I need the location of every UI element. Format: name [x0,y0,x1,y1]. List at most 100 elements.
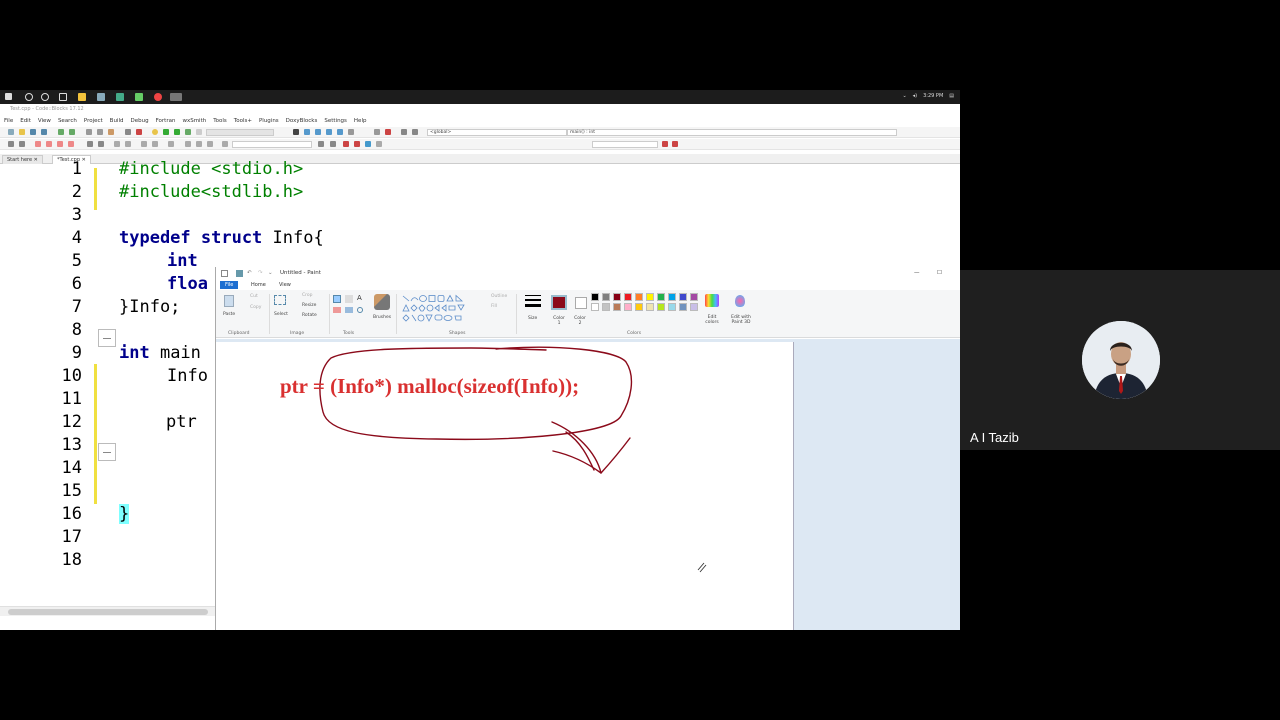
clock[interactable]: 3:29 PM [923,93,943,99]
color-2-button[interactable]: Color 2 [574,316,586,326]
find-icon[interactable] [125,129,131,135]
palette-color-swatch[interactable] [624,293,632,301]
pause-icon[interactable] [374,129,380,135]
format-icon[interactable] [376,141,382,147]
build-icon[interactable] [152,129,158,135]
outline-button[interactable]: Outline [491,294,507,299]
bookmark-icon[interactable] [35,141,41,147]
magnifier-icon[interactable] [357,307,363,313]
rebuild-icon[interactable] [185,129,191,135]
tab-view[interactable]: View [274,281,296,289]
step-out-icon[interactable] [337,129,343,135]
run-icon[interactable] [163,129,169,135]
palette-color-swatch[interactable] [646,293,654,301]
palette-color-swatch[interactable] [646,303,654,311]
minimize-button[interactable]: — [914,267,920,280]
menu-debug[interactable]: Debug [130,116,148,126]
find-icon[interactable] [662,141,668,147]
notifications-icon[interactable]: ▤ [949,93,954,99]
file-explorer-icon[interactable] [78,93,86,101]
fill-icon[interactable] [345,295,353,303]
palette-color-swatch[interactable] [679,293,687,301]
brushes-button[interactable]: Brushes [373,315,391,320]
select-icon[interactable] [274,295,286,305]
debug-continue-icon[interactable] [304,129,310,135]
text-icon[interactable] [365,141,371,147]
uncomment-icon[interactable] [98,141,104,147]
app-icon[interactable] [116,93,124,101]
undo-icon[interactable] [58,129,64,135]
next-icon[interactable] [196,141,202,147]
select-button[interactable]: Select [274,312,288,317]
save-all-icon[interactable] [41,129,47,135]
copy-icon[interactable] [97,129,103,135]
palette-color-swatch[interactable] [613,293,621,301]
bookmark-icon[interactable] [57,141,63,147]
maximize-button[interactable]: ☐ [937,267,942,280]
build-run-icon[interactable] [174,129,180,135]
copy-button[interactable]: Copy [250,305,261,310]
bookmark-icon[interactable] [46,141,52,147]
participant-tile[interactable]: A I Tazib [960,270,1280,450]
menu-view[interactable]: View [38,116,51,126]
edit-colors-button[interactable]: Edit colors [704,315,720,325]
menu-tools[interactable]: Tools [213,116,227,126]
step-icon[interactable] [315,129,321,135]
search-icon[interactable] [25,93,33,101]
search-combo[interactable] [232,141,312,148]
drawing-canvas[interactable]: ptr = (Info*) malloc(sizeof(Info)); [216,342,794,630]
comment-icon[interactable] [87,141,93,147]
stop-icon[interactable] [385,129,391,135]
color-picker-icon[interactable] [345,307,353,313]
search-combo[interactable] [592,141,658,148]
next-icon[interactable] [207,141,213,147]
tab-home[interactable]: Home [246,281,271,289]
palette-color-swatch[interactable] [690,303,698,311]
menu-wxsmith[interactable]: wxSmith [182,116,206,126]
paste-icon[interactable] [108,129,114,135]
fill-button[interactable]: Fill [491,304,497,309]
cut-icon[interactable] [86,129,92,135]
text-icon[interactable]: A [357,294,362,302]
info-icon[interactable] [412,129,418,135]
chevron-up-icon[interactable]: ⌄ [902,93,906,99]
menu-edit[interactable]: Edit [20,116,31,126]
find-icon[interactable] [672,141,678,147]
palette-color-swatch[interactable] [624,303,632,311]
resize-button[interactable]: Resize [302,303,316,308]
bookmark-icon[interactable] [68,141,74,147]
edit-with-paint-3d-button[interactable]: Edit with Paint 3D [728,315,754,325]
jump-back-icon[interactable] [318,141,324,147]
menu-file[interactable]: File [4,116,13,126]
paste-icon[interactable] [224,295,234,307]
open-icon[interactable] [19,129,25,135]
palette-color-swatch[interactable] [635,303,643,311]
palette-color-swatch[interactable] [657,293,665,301]
edit-colors-icon[interactable] [705,294,719,307]
palette-color-swatch[interactable] [668,303,676,311]
box-comment-icon[interactable] [125,141,131,147]
record-icon[interactable] [222,141,228,147]
selection-icon[interactable] [168,141,174,147]
menu-help[interactable]: Help [354,116,367,126]
menu-plugins[interactable]: Plugins [259,116,279,126]
task-view-icon[interactable] [59,93,67,101]
fold-marker[interactable] [98,329,116,347]
build-target-select[interactable] [206,129,274,136]
palette-color-swatch[interactable] [668,293,676,301]
rotate-button[interactable]: Rotate [302,313,317,318]
abort-icon[interactable] [196,129,202,135]
palette-color-swatch[interactable] [690,293,698,301]
palette-color-swatch[interactable] [602,303,610,311]
palette-color-swatch[interactable] [602,293,610,301]
paint-3d-icon[interactable] [735,295,745,307]
chrome-icon[interactable] [154,93,162,101]
eraser-icon[interactable] [333,307,341,313]
jump-forward-icon[interactable] [330,141,336,147]
palette-color-swatch[interactable] [657,303,665,311]
undo-icon[interactable]: ↶ [247,267,252,280]
volume-icon[interactable]: ◂) [913,93,917,99]
color-1-button[interactable]: Color 1 [553,316,565,326]
symbol-select[interactable]: main() : int [567,129,897,136]
palette-color-swatch[interactable] [591,293,599,301]
